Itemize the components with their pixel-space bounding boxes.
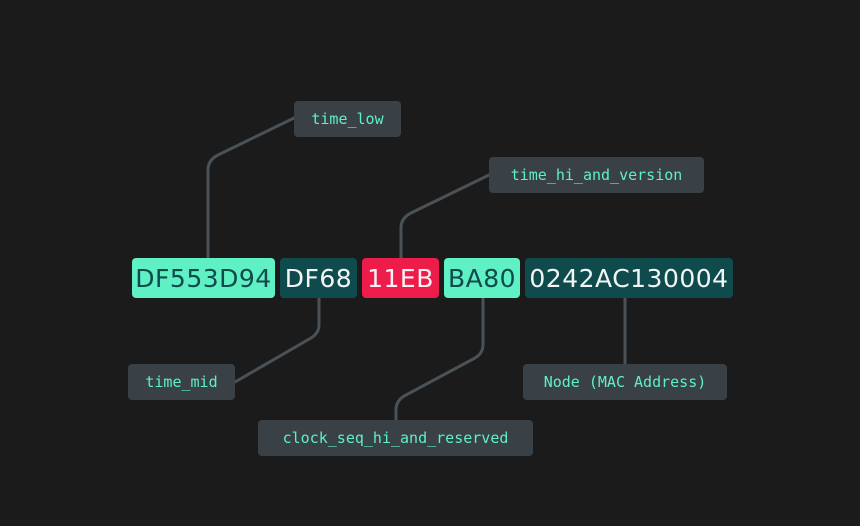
segment-time-hi-and-version: 11EB (362, 258, 439, 298)
connector-time-mid (233, 296, 321, 384)
segment-clock-seq-hi-and-reserved: BA80 (444, 258, 520, 298)
connector-clock-seq (394, 296, 485, 422)
uuid-diagram: DF553D94 DF68 11EB BA80 0242AC130004 tim… (0, 0, 860, 526)
label-time-mid: time_mid (128, 364, 235, 400)
label-time-hi-and-version: time_hi_and_version (489, 157, 704, 193)
label-clock-seq-hi-and-reserved: clock_seq_hi_and_reserved (258, 420, 533, 456)
connector-time-hi-and-version (399, 173, 491, 260)
label-node-mac-address: Node (MAC Address) (523, 364, 727, 400)
segment-node: 0242AC130004 (525, 258, 733, 298)
label-time-low: time_low (294, 101, 401, 137)
segment-time-mid: DF68 (280, 258, 357, 298)
segment-time-low: DF553D94 (132, 258, 275, 298)
connector-time-low (206, 116, 296, 260)
